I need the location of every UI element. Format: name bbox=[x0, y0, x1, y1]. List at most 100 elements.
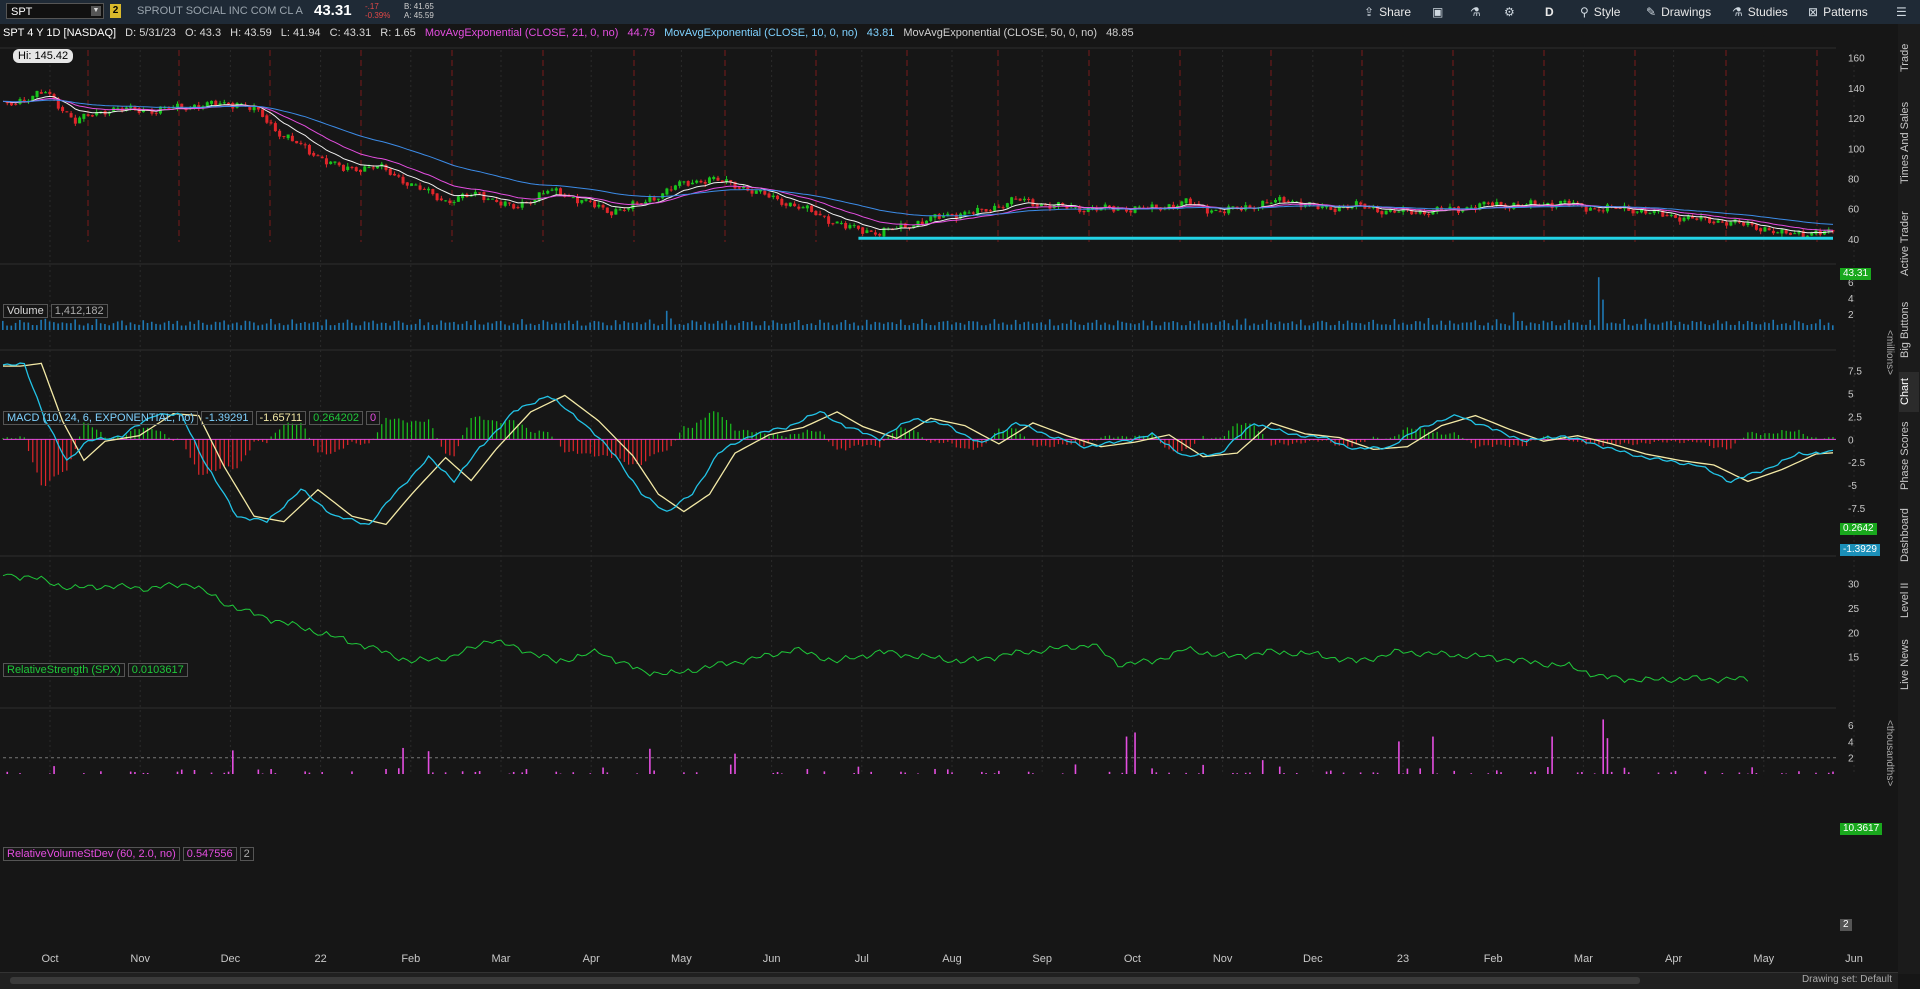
candle-body bbox=[619, 209, 622, 210]
volume-bar bbox=[130, 322, 132, 330]
candle-body bbox=[716, 178, 719, 181]
volume-bar bbox=[704, 322, 706, 330]
ema21-label[interactable]: MovAvgExponential (CLOSE, 21, 0, no) bbox=[425, 27, 619, 39]
tab-big-buttons[interactable]: Big Buttons bbox=[1899, 290, 1919, 370]
volume-bar bbox=[1411, 324, 1413, 330]
volume-bar bbox=[1019, 324, 1021, 330]
rvol-bar bbox=[321, 772, 323, 774]
rvol-bar bbox=[1751, 767, 1753, 774]
snapshot-button[interactable]: ▣ bbox=[1432, 0, 1448, 24]
rvol-bar bbox=[1577, 772, 1579, 774]
tab-times-and-sales[interactable]: Times And Sales bbox=[1899, 88, 1919, 198]
ema50-label[interactable]: MovAvgExponential (CLOSE, 50, 0, no) bbox=[903, 27, 1097, 39]
volume-bar bbox=[870, 324, 872, 330]
volume-bar bbox=[491, 323, 493, 330]
volume-bar bbox=[1317, 321, 1319, 330]
chart-area[interactable]: 406080100120140160246-10-7.5-5-2.502.557… bbox=[0, 24, 1898, 972]
candle-body bbox=[223, 102, 226, 103]
tab-trade[interactable]: Trade bbox=[1899, 30, 1919, 86]
tab-phase-scores[interactable]: Phase Scores bbox=[1899, 414, 1919, 498]
x-tick-label: Apr bbox=[583, 953, 600, 965]
symbol-description: SPROUT SOCIAL INC COM CL A bbox=[137, 5, 303, 17]
tab-dashboard[interactable]: Dashboard bbox=[1899, 500, 1919, 570]
ema10-label[interactable]: MovAvgExponential (CLOSE, 10, 0, no) bbox=[664, 27, 858, 39]
candle-body bbox=[1589, 208, 1592, 211]
volume-bar bbox=[1100, 325, 1102, 330]
candle-body bbox=[776, 196, 779, 199]
symbol-dropdown-icon[interactable]: ▼ bbox=[91, 6, 101, 16]
volume-bar bbox=[1147, 325, 1149, 330]
x-tick-label: Feb bbox=[1484, 953, 1503, 965]
volume-bar bbox=[355, 325, 357, 330]
bottom-scrollbar[interactable]: Drawing set: Default bbox=[0, 972, 1898, 989]
candle-body bbox=[478, 192, 481, 193]
tab-level-ii[interactable]: Level II bbox=[1899, 572, 1919, 628]
candle-body bbox=[580, 200, 583, 203]
timeframe-button[interactable]: D bbox=[1545, 0, 1554, 24]
volume-bar bbox=[1585, 325, 1587, 330]
settings-button[interactable]: ⚙ bbox=[1504, 0, 1520, 24]
studies-button[interactable]: ⚗Studies bbox=[1732, 0, 1788, 24]
x-tick-label: Mar bbox=[492, 953, 511, 965]
rvol-bar bbox=[6, 772, 8, 774]
scroll-thumb[interactable] bbox=[10, 977, 1640, 984]
menu-button[interactable]: ☰ bbox=[1896, 0, 1912, 24]
volume-bar bbox=[1453, 323, 1455, 330]
candle-body bbox=[874, 232, 877, 234]
volume-bar bbox=[1164, 322, 1166, 330]
header-close: C: 43.31 bbox=[330, 27, 372, 39]
candle-body bbox=[678, 181, 681, 186]
candle-body bbox=[1683, 218, 1686, 221]
rvol-label[interactable]: RelativeVolumeStDev (60, 2.0, no) bbox=[3, 847, 180, 861]
tab-active-trader[interactable]: Active Trader bbox=[1899, 200, 1919, 288]
share-button[interactable]: ⇪Share bbox=[1364, 0, 1411, 24]
candle-body bbox=[414, 185, 417, 186]
rvol-bar bbox=[1594, 773, 1596, 774]
drawings-button[interactable]: ✎Drawings bbox=[1646, 0, 1711, 24]
price-axis-label: 40 bbox=[1848, 235, 1860, 246]
volume-bar bbox=[1415, 321, 1417, 330]
volume-bar bbox=[517, 324, 519, 330]
ema50-value: 48.85 bbox=[1106, 27, 1134, 39]
volume-bar bbox=[53, 322, 55, 330]
x-tick-label: Nov bbox=[130, 953, 150, 965]
candle-body bbox=[691, 183, 694, 184]
rs-label[interactable]: RelativeStrength (SPX) bbox=[3, 663, 125, 677]
volume-bar bbox=[628, 323, 630, 330]
candle-body bbox=[1602, 210, 1605, 211]
flask-button[interactable]: ⚗ bbox=[1470, 0, 1486, 24]
style-button[interactable]: ⚲Style bbox=[1580, 0, 1620, 24]
tab-chart[interactable]: Chart bbox=[1899, 372, 1919, 412]
volume-bar bbox=[1721, 324, 1723, 330]
candle-body bbox=[1772, 231, 1775, 233]
volume-bar bbox=[1389, 325, 1391, 330]
candle-body bbox=[495, 200, 498, 202]
volume-label[interactable]: Volume bbox=[3, 304, 48, 318]
candle-body bbox=[1768, 228, 1771, 230]
x-tick-label: Mar bbox=[1574, 953, 1593, 965]
pane-gap-1 bbox=[0, 246, 1898, 264]
ask-value: A: 45.59 bbox=[404, 11, 434, 20]
symbol-input[interactable]: SPT ▼ bbox=[6, 3, 104, 19]
net-change: -.17 -0.39% bbox=[365, 2, 390, 20]
tab-live-news[interactable]: Live News bbox=[1899, 630, 1919, 700]
volume-bar bbox=[568, 321, 570, 330]
patterns-button[interactable]: ⊠Patterns bbox=[1808, 0, 1868, 24]
candle-body bbox=[308, 145, 311, 154]
volume-bar bbox=[125, 325, 127, 330]
volume-unit: <millions> bbox=[1884, 330, 1895, 375]
candle-body bbox=[14, 104, 17, 105]
candle-body bbox=[1031, 199, 1034, 206]
volume-bar bbox=[245, 321, 247, 330]
candle-body bbox=[921, 222, 924, 225]
volume-bar bbox=[202, 323, 204, 330]
drawing-set-label[interactable]: Drawing set: Default bbox=[1802, 974, 1892, 985]
macd-label[interactable]: MACD (10, 24, 6, EXPONENTIAL, no) bbox=[3, 411, 198, 425]
rvol-bar bbox=[734, 754, 736, 774]
rvol-bar bbox=[1781, 773, 1783, 774]
volume-bar bbox=[308, 323, 310, 330]
link-badge[interactable]: 2 bbox=[110, 4, 121, 18]
candle-body bbox=[1729, 222, 1732, 226]
candle-body bbox=[606, 208, 609, 213]
volume-bar bbox=[1168, 322, 1170, 330]
